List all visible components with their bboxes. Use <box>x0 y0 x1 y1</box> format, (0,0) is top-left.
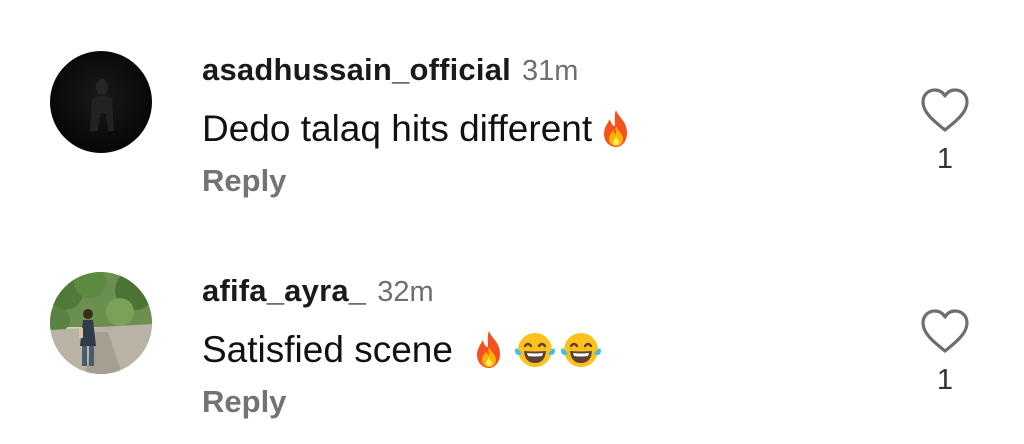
reply-button[interactable]: Reply <box>202 384 286 420</box>
avatar[interactable] <box>50 272 152 374</box>
comment-body: Satisfied scene <box>202 327 603 373</box>
tears-of-joy-emoji <box>513 328 557 372</box>
comment-header: asadhussain_official 31m <box>202 52 578 92</box>
comment-header: afifa_ayra_ 32m <box>202 273 434 313</box>
like-column: 1 <box>918 307 972 397</box>
timestamp: 31m <box>521 55 579 87</box>
comment-item: asadhussain_official 31m Dedo talaq hits… <box>0 0 1024 200</box>
comment-text: Dedo talaq hits different <box>202 108 593 149</box>
fire-emoji <box>467 328 511 372</box>
outdoor-portrait-avatar-image <box>50 272 152 374</box>
reply-button[interactable]: Reply <box>202 163 286 199</box>
fire-emoji <box>594 107 638 151</box>
username[interactable]: afifa_ayra_ <box>202 273 366 309</box>
comment-body: Dedo talaq hits different <box>202 106 638 152</box>
like-count: 1 <box>936 364 954 396</box>
avatar[interactable] <box>50 51 152 153</box>
comment-text: Satisfied scene <box>202 329 453 370</box>
timestamp: 32m <box>377 276 434 308</box>
heart-outline-icon[interactable] <box>918 307 972 355</box>
username[interactable]: asadhussain_official <box>202 52 511 88</box>
comment-list: asadhussain_official 31m Dedo talaq hits… <box>0 0 1024 444</box>
like-column: 1 <box>918 86 972 176</box>
comment-item: afifa_ayra_ 32m Satisfied scene Reply 1 <box>0 221 1024 421</box>
tears-of-joy-emoji <box>559 328 603 372</box>
dark-figure-avatar-image <box>50 51 152 153</box>
like-count: 1 <box>936 143 954 175</box>
heart-outline-icon[interactable] <box>918 86 972 134</box>
